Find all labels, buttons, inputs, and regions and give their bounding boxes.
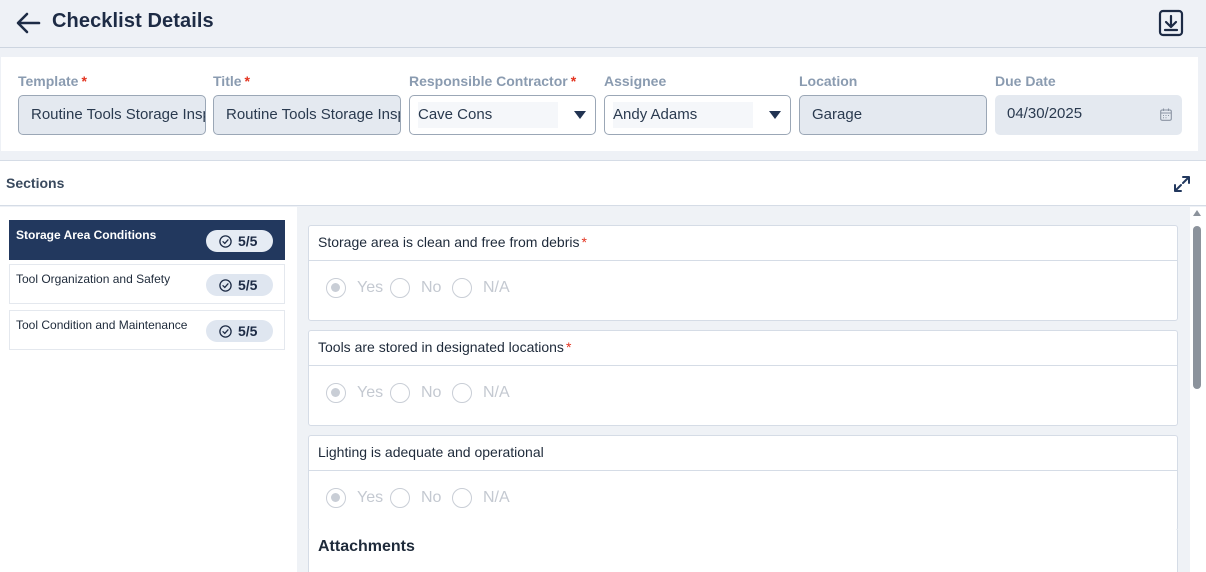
page-title: Checklist Details — [52, 10, 214, 32]
location-input[interactable]: Garage — [799, 95, 987, 135]
question-text: Lighting is adequate and operational — [309, 436, 1177, 471]
radio-button[interactable] — [326, 278, 346, 298]
radio-button[interactable] — [390, 488, 410, 508]
caret-down-icon — [769, 111, 781, 119]
back-button[interactable] — [14, 10, 42, 36]
section-count: 5/5 — [238, 323, 258, 339]
check-circle-icon — [219, 325, 232, 338]
questions-panel: Storage area is clean and free from debr… — [297, 207, 1190, 572]
section-item-tool-condition-and-maintenance[interactable]: Tool Condition and Maintenance 5/5 — [9, 310, 285, 350]
scrollbar-thumb[interactable] — [1193, 226, 1201, 389]
answer-options: Yes No N/A — [309, 261, 1177, 320]
due-date-label: Due Date — [995, 73, 1056, 89]
download-button[interactable] — [1157, 8, 1185, 38]
radio-button[interactable] — [326, 383, 346, 403]
template-label: Template * — [18, 73, 87, 89]
template-input[interactable]: Routine Tools Storage Insp — [18, 95, 206, 135]
answer-options: Yes No N/A — [309, 366, 1177, 425]
section-progress-badge: 5/5 — [206, 274, 273, 296]
caret-down-icon — [574, 111, 586, 119]
question-card: Tools are stored in designated locations… — [308, 330, 1178, 426]
radio-button[interactable] — [326, 488, 346, 508]
download-icon — [1158, 9, 1184, 37]
title-label: Title * — [213, 73, 250, 89]
expand-icon — [1174, 176, 1190, 192]
radio-button[interactable] — [390, 278, 410, 298]
checklist-fields: Template * Routine Tools Storage Insp Tit… — [1, 57, 1198, 151]
location-label: Location — [799, 73, 858, 89]
attachments-title: Attachments — [318, 538, 415, 555]
page-header: Checklist Details — [0, 0, 1206, 48]
section-item-storage-area-conditions[interactable]: Storage Area Conditions 5/5 — [9, 220, 285, 260]
scrollbar[interactable] — [1190, 207, 1206, 572]
section-progress-badge: 5/5 — [206, 230, 273, 252]
expand-button[interactable] — [1172, 174, 1192, 194]
section-item-tool-organization-and-safety[interactable]: Tool Organization and Safety 5/5 — [9, 264, 285, 304]
radio-button[interactable] — [452, 383, 472, 403]
section-label: Storage Area Conditions — [16, 228, 157, 242]
check-circle-icon — [219, 279, 232, 292]
contractor-label: Responsible Contractor * — [409, 73, 577, 89]
radio-button[interactable] — [452, 278, 472, 298]
question-card: Lighting is adequate and operational Yes… — [308, 435, 1178, 531]
radio-button[interactable] — [452, 488, 472, 508]
due-date-input[interactable]: 04/30/2025 — [995, 95, 1182, 135]
question-card: Storage area is clean and free from debr… — [308, 225, 1178, 321]
assignee-value: Andy Adams — [613, 102, 753, 128]
sections-title: Sections — [6, 175, 65, 191]
radio-button[interactable] — [390, 383, 410, 403]
scroll-up-arrow-icon[interactable] — [1193, 210, 1201, 216]
calendar-icon[interactable] — [1160, 108, 1172, 121]
due-date-value: 04/30/2025 — [1007, 105, 1083, 122]
assignee-select[interactable]: Andy Adams — [604, 95, 791, 135]
check-circle-icon — [219, 235, 232, 248]
sections-sidebar: Storage Area Conditions 5/5 Tool Organiz… — [0, 207, 297, 572]
section-label: Tool Organization and Safety — [16, 272, 171, 286]
question-text: Storage area is clean and free from debr… — [309, 226, 1177, 261]
title-input[interactable]: Routine Tools Storage Insp — [213, 95, 401, 135]
attachments-section: Attachments — [308, 530, 1178, 572]
section-count: 5/5 — [238, 233, 258, 249]
contractor-value: Cave Cons — [418, 102, 558, 128]
assignee-label: Assignee — [604, 73, 667, 89]
section-progress-badge: 5/5 — [206, 320, 273, 342]
question-text: Tools are stored in designated locations… — [309, 331, 1177, 366]
sections-header: Sections — [0, 160, 1206, 206]
answer-options: Yes No N/A — [309, 471, 1177, 530]
contractor-select[interactable]: Cave Cons — [409, 95, 596, 135]
section-label: Tool Condition and Maintenance — [16, 318, 188, 332]
arrow-left-icon — [16, 12, 41, 34]
section-count: 5/5 — [238, 277, 258, 293]
